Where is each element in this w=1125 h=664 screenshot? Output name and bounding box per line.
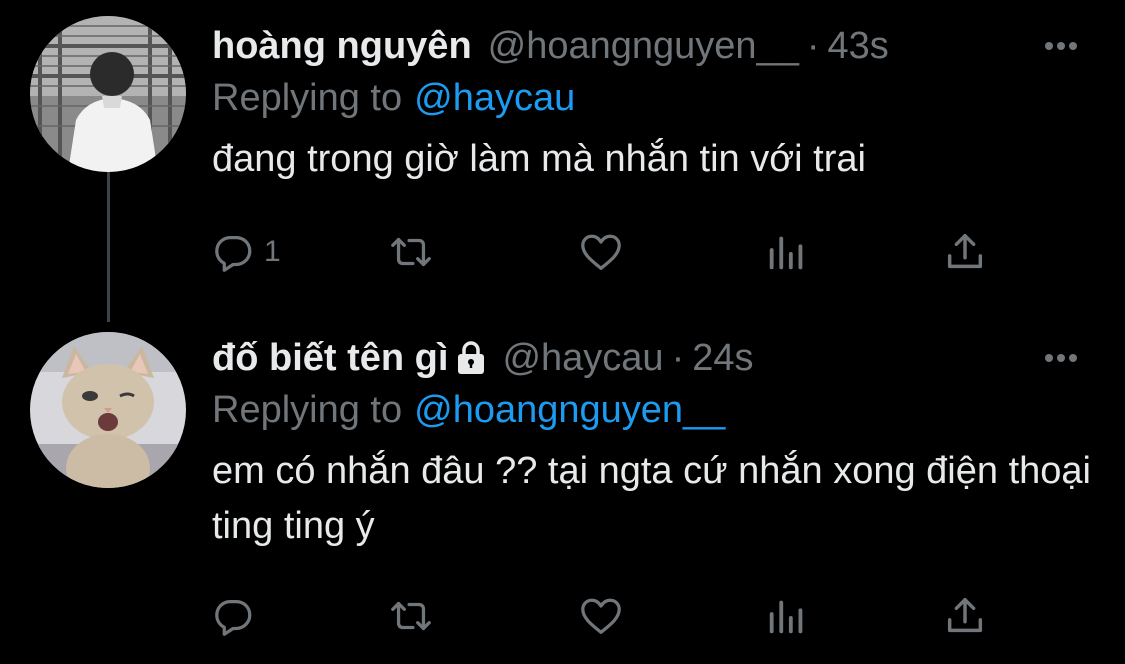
reply-count: 1 [264, 235, 281, 268]
views-button[interactable] [764, 590, 810, 642]
like-button[interactable] [578, 226, 624, 278]
tweet[interactable]: đố biết tên gì @haycau · 24s Replying to… [0, 320, 1125, 664]
replying-to-line: Replying to @haycau [212, 72, 1095, 124]
timestamp[interactable]: 43s [828, 25, 889, 68]
more-dots-icon[interactable] [1041, 26, 1081, 66]
retweet-button[interactable] [388, 590, 434, 642]
replying-to-mention[interactable]: @hoangnguyen__ [414, 389, 725, 432]
tweet-actions [212, 590, 1002, 642]
like-button[interactable] [578, 590, 624, 642]
replying-to-label: Replying to [212, 76, 403, 119]
share-upload-icon [947, 233, 983, 269]
display-name[interactable]: đố biết tên gì [212, 337, 448, 380]
views-bars-icon [769, 600, 803, 634]
timestamp[interactable]: 24s [692, 337, 753, 380]
share-button[interactable] [942, 590, 988, 642]
avatar[interactable] [30, 332, 186, 488]
reply-button[interactable] [212, 590, 258, 642]
share-upload-icon [947, 597, 983, 633]
tweet[interactable]: hoàng nguyên @hoangnguyen__ · 43s Replyi… [0, 0, 1125, 320]
tweet-text: em có nhắn đâu ?? tại ngta cứ nhắn xong … [212, 450, 1091, 547]
retweet-button[interactable] [388, 226, 434, 278]
user-handle[interactable]: @hoangnguyen__ [488, 25, 799, 68]
reply-bubble-icon [215, 235, 252, 272]
tweet-text: đang trong giờ làm mà nhắn tin với trai [212, 138, 866, 180]
replying-to-label: Replying to [212, 388, 403, 431]
avatar[interactable] [30, 16, 186, 172]
reply-bubble-icon [215, 599, 252, 636]
retweet-icon [391, 237, 431, 267]
retweet-icon [391, 601, 431, 631]
replying-to-line: Replying to @hoangnguyen__ [212, 384, 1095, 436]
separator-dot: · [671, 336, 685, 379]
replying-to-mention[interactable]: @haycau [414, 77, 575, 120]
user-handle[interactable]: @haycau [502, 337, 663, 380]
separator-dot: · [806, 24, 820, 67]
views-bars-icon [769, 236, 803, 270]
views-button[interactable] [764, 226, 810, 278]
person-avatar-image [30, 16, 186, 172]
more-dots-icon[interactable] [1041, 338, 1081, 378]
lock-icon [458, 341, 485, 374]
reply-button[interactable]: 1 [212, 226, 281, 278]
heart-icon [581, 598, 621, 634]
display-name[interactable]: hoàng nguyên [212, 25, 472, 68]
share-button[interactable] [942, 226, 988, 278]
cat-avatar-image [30, 332, 186, 488]
heart-icon [581, 234, 621, 270]
tweet-actions: 1 [212, 226, 1002, 278]
